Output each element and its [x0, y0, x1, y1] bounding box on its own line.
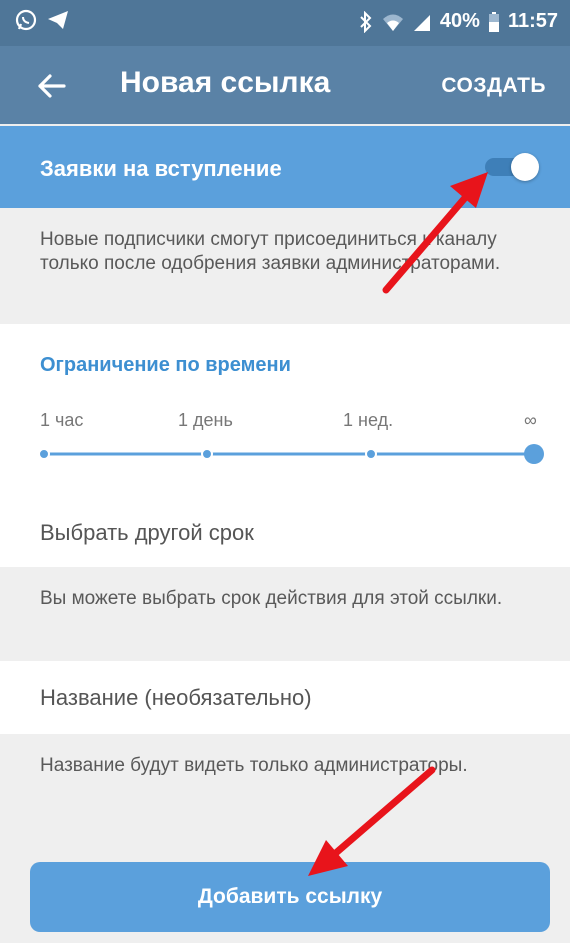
slider-stop-1-day — [201, 448, 213, 460]
battery-percent: 40% — [439, 10, 480, 32]
arrow-left-icon — [38, 74, 66, 98]
slider-stop-1-week — [365, 448, 377, 460]
custom-duration-button[interactable]: Выбрать другой срок — [40, 520, 254, 546]
add-link-button[interactable]: Добавить ссылку — [30, 862, 550, 932]
switch-knob — [511, 153, 539, 181]
status-bar: 40% 11:57 — [0, 0, 570, 46]
name-field-description: Название будут видеть только администрат… — [0, 734, 570, 844]
name-field-section: Название (необязательно) — [0, 661, 570, 734]
wifi-icon — [382, 14, 403, 31]
join-requests-switch[interactable] — [485, 153, 539, 181]
back-button[interactable] — [34, 68, 70, 104]
whatsapp-icon — [15, 9, 37, 31]
telegram-icon — [48, 11, 68, 29]
app-bar: Новая ссылка СОЗДАТЬ — [0, 46, 570, 124]
slider-stop-1-hour — [38, 448, 50, 460]
bottom-bar: Добавить ссылку — [0, 844, 570, 943]
status-right: 40% 11:57 — [358, 10, 558, 33]
name-input[interactable]: Название (необязательно) — [40, 685, 312, 711]
signal-icon — [413, 14, 430, 31]
join-requests-label: Заявки на вступление — [40, 156, 282, 181]
clock: 11:57 — [507, 10, 558, 32]
status-left — [14, 8, 70, 32]
join-requests-row[interactable]: Заявки на вступление — [0, 126, 570, 208]
time-limit-description: Вы можете выбрать срок действия для этой… — [0, 567, 570, 661]
bluetooth-icon — [360, 10, 372, 33]
battery-icon — [488, 11, 499, 32]
time-limit-section: Ограничение по времени 1 час 1 день 1 не… — [0, 324, 570, 567]
page-title: Новая ссылка — [120, 66, 331, 99]
slider-thumb — [524, 444, 544, 464]
join-requests-description: Новые подписчики смогут присоединиться к… — [0, 208, 570, 324]
create-button[interactable]: СОЗДАТЬ — [441, 74, 546, 98]
